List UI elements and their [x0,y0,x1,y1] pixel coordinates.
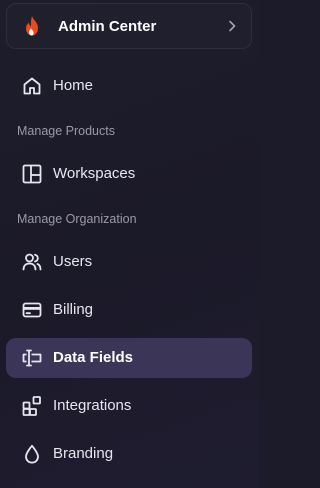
nav-item-billing[interactable]: Billing [6,290,252,330]
integrations-icon [21,395,43,417]
users-icon [21,251,43,273]
nav-item-users[interactable]: Users [6,242,252,282]
nav-item-home[interactable]: Home [6,66,252,106]
nav-item-label: Billing [53,301,94,318]
sidebar: Admin Center Home Manage Products Worksp… [0,0,259,488]
nav-item-workspaces[interactable]: Workspaces [6,154,252,194]
nav-item-data-fields[interactable]: Data Fields [6,338,252,378]
flame-icon [23,15,41,37]
admin-center-switcher[interactable]: Admin Center [6,3,252,49]
chevron-right-icon [227,19,237,33]
layout-icon [21,163,43,185]
nav-item-label: Data Fields [53,349,134,366]
nav-item-branding[interactable]: Branding [6,434,252,474]
nav-item-label: Branding [53,445,114,462]
nav-item-integrations[interactable]: Integrations [6,386,252,426]
droplet-icon [21,443,43,465]
home-icon [21,75,43,97]
section-heading-products: Manage Products [17,124,115,138]
nav-item-label: Integrations [53,397,132,414]
nav-item-label: Workspaces [53,165,136,182]
credit-card-icon [21,299,43,321]
data-fields-icon [21,347,43,369]
switcher-title: Admin Center [58,18,157,35]
nav-item-label: Home [53,77,94,94]
section-heading-organization: Manage Organization [17,212,137,226]
nav-item-label: Users [53,253,93,270]
